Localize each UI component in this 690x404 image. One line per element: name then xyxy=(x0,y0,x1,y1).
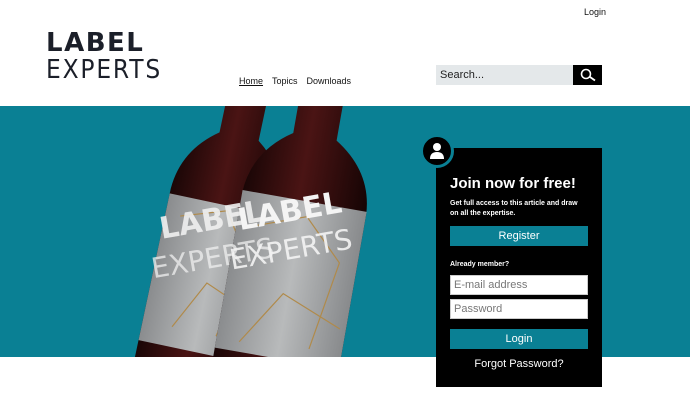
search-bar xyxy=(436,65,602,85)
signup-description: Get full access to this article and draw… xyxy=(450,200,578,217)
search-icon xyxy=(580,68,596,82)
logo-line-1: LABEL xyxy=(46,28,145,58)
nav-item-home[interactable]: Home xyxy=(239,76,263,86)
logo-line-2: EXPERTS xyxy=(46,55,163,85)
main-nav: Home Topics Downloads xyxy=(239,76,351,86)
nav-item-topics[interactable]: Topics xyxy=(272,76,298,86)
signup-title: Join now for free! xyxy=(450,175,576,192)
forgot-password-link[interactable]: Forgot Password? xyxy=(450,358,588,370)
password-field[interactable] xyxy=(450,299,588,319)
email-field[interactable] xyxy=(450,275,588,295)
signup-panel: Join now for free! Get full access to th… xyxy=(436,148,602,387)
already-member-label: Already member? xyxy=(450,261,510,268)
login-link[interactable]: Login xyxy=(584,7,606,17)
avatar xyxy=(420,134,454,168)
logo[interactable]: LABEL EXPERTS xyxy=(46,28,163,85)
register-button[interactable]: Register xyxy=(450,226,588,246)
search-button[interactable] xyxy=(573,65,602,85)
user-icon xyxy=(430,143,444,159)
login-button[interactable]: Login xyxy=(450,329,588,349)
search-input[interactable] xyxy=(436,65,573,85)
nav-item-downloads[interactable]: Downloads xyxy=(307,76,352,86)
